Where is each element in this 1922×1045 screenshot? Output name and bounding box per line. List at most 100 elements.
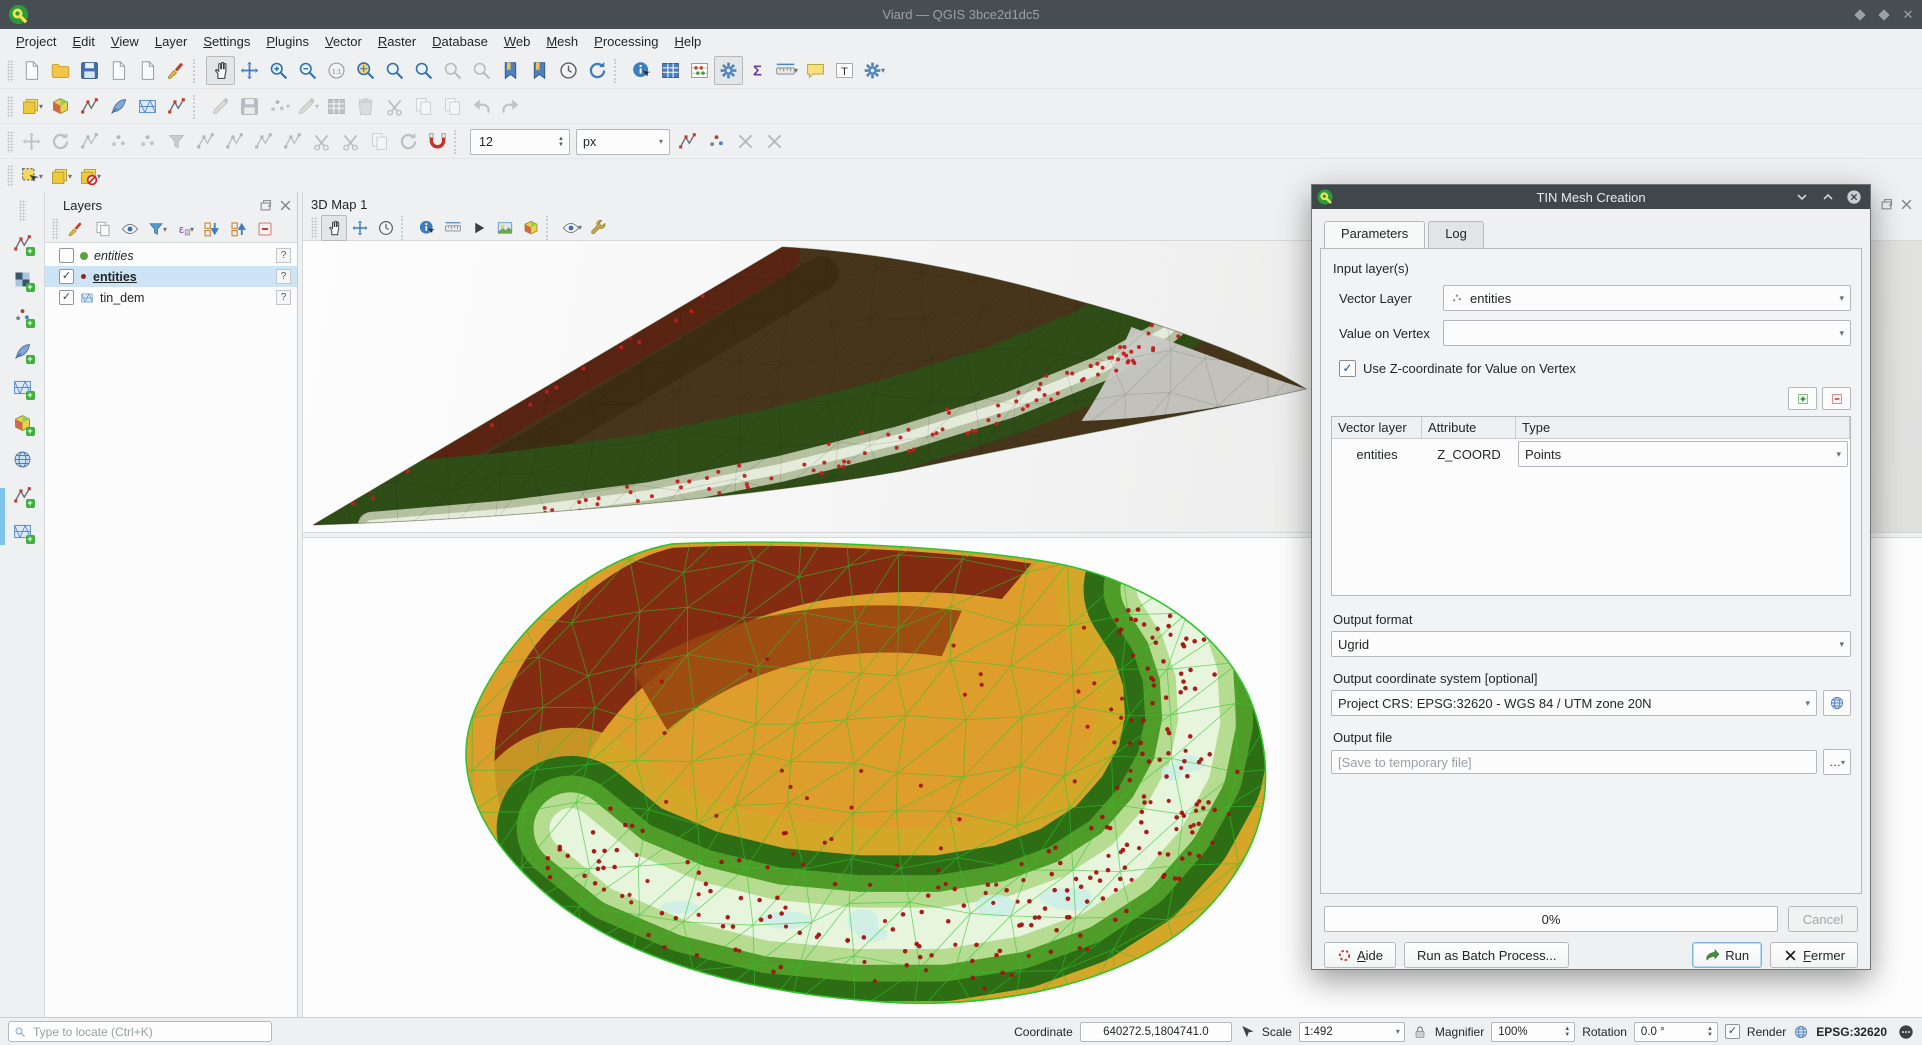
new-shapefile-layer-button[interactable]: + — [8, 229, 37, 258]
statistics-button[interactable] — [685, 56, 714, 85]
menu-database[interactable]: Database — [424, 31, 496, 52]
open-layer-styling-button[interactable] — [63, 216, 89, 242]
new-geopackage-button[interactable] — [46, 92, 75, 121]
export-3d-scene-button[interactable] — [518, 215, 544, 241]
new-shapefile-button[interactable] — [75, 92, 104, 121]
menu-edit[interactable]: Edit — [64, 31, 102, 52]
coordinate-input[interactable] — [1085, 1025, 1227, 1039]
menu-plugins[interactable]: Plugins — [258, 31, 317, 52]
new-spatialite-button[interactable]: + — [8, 337, 37, 366]
identify-3d-button[interactable] — [414, 215, 440, 241]
output-crs-combo[interactable]: Project CRS: EPSG:32620 - WGS 84 / UTM z… — [1331, 690, 1817, 716]
menu-settings[interactable]: Settings — [195, 31, 258, 52]
layer-visibility-checkbox[interactable] — [59, 248, 74, 263]
add-group-button[interactable] — [90, 216, 116, 242]
select-by-form-button[interactable]: ▾ — [46, 162, 75, 191]
output-file-input[interactable] — [1331, 750, 1817, 774]
vector-layer-combo[interactable]: entities ▾ — [1443, 285, 1851, 311]
layer-indicator-badge[interactable]: ? — [276, 248, 291, 263]
pan-map-button[interactable] — [206, 56, 235, 85]
pan-to-selection-button[interactable] — [235, 56, 264, 85]
zoom-native-button[interactable] — [322, 56, 351, 85]
layer-indicator-badge[interactable]: ? — [276, 269, 291, 284]
new-mesh-layer-button[interactable] — [133, 92, 162, 121]
rotation-input[interactable] — [1639, 1025, 1704, 1039]
remove-row-button[interactable] — [1822, 387, 1851, 410]
filter-legend-button[interactable]: ▾ — [144, 216, 170, 242]
close-dialog-icon[interactable] — [1846, 189, 1862, 205]
table-row[interactable]: entities Z_COORD Points ▾ — [1332, 439, 1850, 469]
open-project-button[interactable] — [46, 56, 75, 85]
animations-button[interactable] — [466, 215, 492, 241]
value-on-vertex-combo[interactable]: ▾ — [1443, 320, 1851, 346]
output-format-combo[interactable]: Ugrid ▾ — [1331, 631, 1851, 657]
add-wms-layer-button[interactable] — [8, 445, 37, 474]
tab-log[interactable]: Log — [1428, 221, 1484, 248]
style-manager-button[interactable] — [162, 56, 191, 85]
magnifier-input[interactable] — [1496, 1025, 1561, 1039]
run-button[interactable]: Run — [1692, 942, 1762, 968]
select-rectangle-button[interactable]: ▾ — [17, 162, 46, 191]
filter-by-expression-button[interactable]: ▾ — [171, 216, 197, 242]
new-pointcloud-layer-button[interactable]: + — [8, 301, 37, 330]
manage-map-themes-button[interactable] — [117, 216, 143, 242]
effects-button[interactable]: ▾ — [559, 215, 585, 241]
statistical-summary-button[interactable] — [743, 56, 772, 85]
new-virtual-layer-button[interactable] — [162, 92, 191, 121]
float-panel-icon[interactable] — [258, 198, 273, 213]
run-batch-button[interactable]: Run as Batch Process... — [1404, 942, 1569, 968]
camera-zoom-full-button[interactable] — [347, 215, 373, 241]
open-attribute-table-button[interactable] — [656, 56, 685, 85]
coordinate-box[interactable] — [1080, 1022, 1232, 1042]
use-z-checkbox[interactable]: ✓ — [1339, 360, 1356, 377]
show-bookmarks-button[interactable] — [525, 56, 554, 85]
temporal-controller-button[interactable] — [554, 56, 583, 85]
layer-item-tin_dem[interactable]: ✓tin_dem? — [45, 287, 297, 308]
layer-visibility-checkbox[interactable]: ✓ — [59, 290, 74, 305]
data-source-manager-button[interactable]: ▾ — [17, 92, 46, 121]
text-annotation-button[interactable] — [830, 56, 859, 85]
layer-visibility-checkbox[interactable]: ✓ — [59, 269, 74, 284]
new-mesh-button[interactable]: + — [8, 373, 37, 402]
menu-help[interactable]: Help — [666, 31, 709, 52]
add-vector-button[interactable]: + — [8, 481, 37, 510]
locator-input[interactable] — [31, 1024, 266, 1040]
stroke-width-spinbox[interactable]: 12▲▼ — [470, 129, 570, 155]
menu-layer[interactable]: Layer — [147, 31, 196, 52]
browse-file-button[interactable]: … ▾ — [1823, 749, 1851, 775]
minimize-button[interactable] — [1854, 9, 1866, 21]
unit-combo[interactable]: px▾ — [576, 129, 670, 155]
rotation-box[interactable]: ▲▼ — [1634, 1022, 1718, 1042]
menu-project[interactable]: Project — [8, 31, 64, 52]
zoom-out-button[interactable] — [293, 56, 322, 85]
new-project-button[interactable] — [17, 56, 46, 85]
add-row-button[interactable] — [1788, 387, 1817, 410]
spinner-arrows[interactable]: ▲▼ — [555, 136, 567, 148]
deselect-overlap-button[interactable]: ▾ — [75, 162, 104, 191]
close-dialog-button[interactable]: Fermer — [1770, 942, 1858, 968]
measure-line-3d-button[interactable] — [440, 215, 466, 241]
magnifier-box[interactable]: ▲▼ — [1491, 1022, 1575, 1042]
menu-processing[interactable]: Processing — [586, 31, 666, 52]
new-raster-layer-button[interactable]: + — [8, 265, 37, 294]
close-3d-panel-icon[interactable] — [1899, 197, 1914, 212]
close-button[interactable]: ✕ — [1902, 9, 1914, 21]
digitize-with-curve-button[interactable] — [702, 127, 731, 156]
zoom-to-selection-button[interactable] — [380, 56, 409, 85]
layout-manager-button[interactable] — [133, 56, 162, 85]
maximize-button[interactable] — [1878, 9, 1890, 21]
remove-layer-button[interactable] — [252, 216, 278, 242]
new-spatialite-layer-button[interactable] — [104, 92, 133, 121]
maximize-dialog-icon[interactable] — [1820, 189, 1836, 205]
new-print-layout-button[interactable] — [104, 56, 133, 85]
help-button[interactable]: Aide — [1324, 942, 1396, 968]
measure-button[interactable]: ▾ — [772, 56, 801, 85]
add-grid-button[interactable]: + — [8, 517, 37, 546]
layer-item-entities[interactable]: entities? — [45, 245, 297, 266]
new-virtual-button[interactable]: + — [8, 409, 37, 438]
menu-vector[interactable]: Vector — [317, 31, 370, 52]
menu-raster[interactable]: Raster — [370, 31, 424, 52]
lock-scale-icon[interactable] — [1412, 1024, 1428, 1040]
enable-tracing-button[interactable] — [673, 127, 702, 156]
tab-parameters[interactable]: Parameters — [1324, 221, 1425, 248]
